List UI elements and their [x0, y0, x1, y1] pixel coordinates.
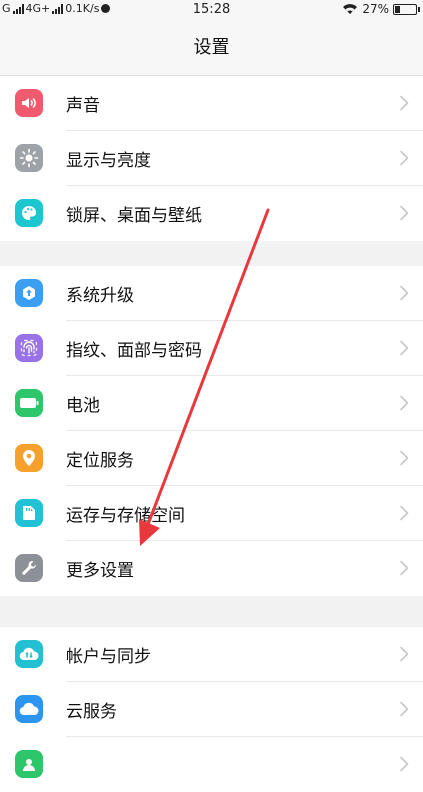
battery-icon: [15, 389, 43, 417]
chevron-right-icon: [399, 95, 409, 111]
battery-status-icon: [393, 3, 420, 15]
settings-item-label: 帐户与同步: [66, 647, 151, 667]
settings-item-palette[interactable]: 锁屏、桌面与壁纸: [0, 186, 423, 241]
upgrade-icon: [15, 279, 43, 307]
settings-item-label: 定位服务: [66, 451, 134, 471]
settings-item-label: 云服务: [66, 702, 117, 722]
cloud-icon: [15, 695, 43, 723]
fingerprint-icon: [15, 334, 43, 362]
status-right: 27%: [342, 2, 420, 16]
contacts-icon: [15, 750, 43, 778]
chevron-right-icon: [399, 205, 409, 221]
settings-item-label: 锁屏、桌面与壁纸: [66, 206, 202, 226]
settings-item-battery[interactable]: 电池: [0, 376, 423, 431]
palette-icon: [15, 199, 43, 227]
page-title: 设置: [0, 20, 423, 76]
settings-item-account-sync[interactable]: 帐户与同步: [0, 627, 423, 682]
account-sync-icon: [15, 640, 43, 668]
brightness-icon: [15, 144, 43, 172]
settings-item-storage[interactable]: 运存与存储空间: [0, 486, 423, 541]
settings-item-label: 系统升级: [66, 286, 134, 306]
chevron-right-icon: [399, 646, 409, 662]
settings-item-fingerprint[interactable]: 指纹、面部与密码: [0, 321, 423, 376]
chevron-right-icon: [399, 560, 409, 576]
chevron-right-icon: [399, 450, 409, 466]
settings-item-label: 指纹、面部与密码: [66, 341, 202, 361]
location-icon: [15, 444, 43, 472]
settings-item-brightness[interactable]: 显示与亮度: [0, 131, 423, 186]
settings-item-label: 声音: [66, 96, 100, 116]
settings-group-accounts: 帐户与同步 云服务: [0, 627, 423, 792]
chevron-right-icon: [399, 701, 409, 717]
speaker-icon: [15, 89, 43, 117]
settings-item-label: 更多设置: [66, 561, 134, 581]
settings-item-wrench[interactable]: 更多设置: [0, 541, 423, 596]
battery-percent: 27%: [362, 2, 389, 16]
settings-item-location[interactable]: 定位服务: [0, 431, 423, 486]
settings-item-contacts[interactable]: [0, 737, 423, 792]
chevron-right-icon: [399, 285, 409, 301]
settings-item-speaker[interactable]: 声音: [0, 76, 423, 131]
settings-group-display: 声音显示与亮度锁屏、桌面与壁纸: [0, 76, 423, 241]
chevron-right-icon: [399, 505, 409, 521]
settings-group-system: 系统升级指纹、面部与密码 电池定位服务运存与存储空间 更多设置: [0, 266, 423, 596]
chevron-right-icon: [399, 756, 409, 772]
settings-item-upgrade[interactable]: 系统升级: [0, 266, 423, 321]
settings-item-label: 显示与亮度: [66, 151, 151, 171]
settings-item-cloud[interactable]: 云服务: [0, 682, 423, 737]
chevron-right-icon: [399, 150, 409, 166]
status-bar: G 4G+ 0.1K/s 15:28 27%: [0, 0, 423, 20]
settings-item-label: 运存与存储空间: [66, 506, 185, 526]
chevron-right-icon: [399, 395, 409, 411]
wrench-icon: [15, 554, 43, 582]
settings-item-label: 电池: [66, 396, 100, 416]
chevron-right-icon: [399, 340, 409, 356]
wifi-icon: [343, 4, 358, 14]
storage-icon: [15, 499, 43, 527]
